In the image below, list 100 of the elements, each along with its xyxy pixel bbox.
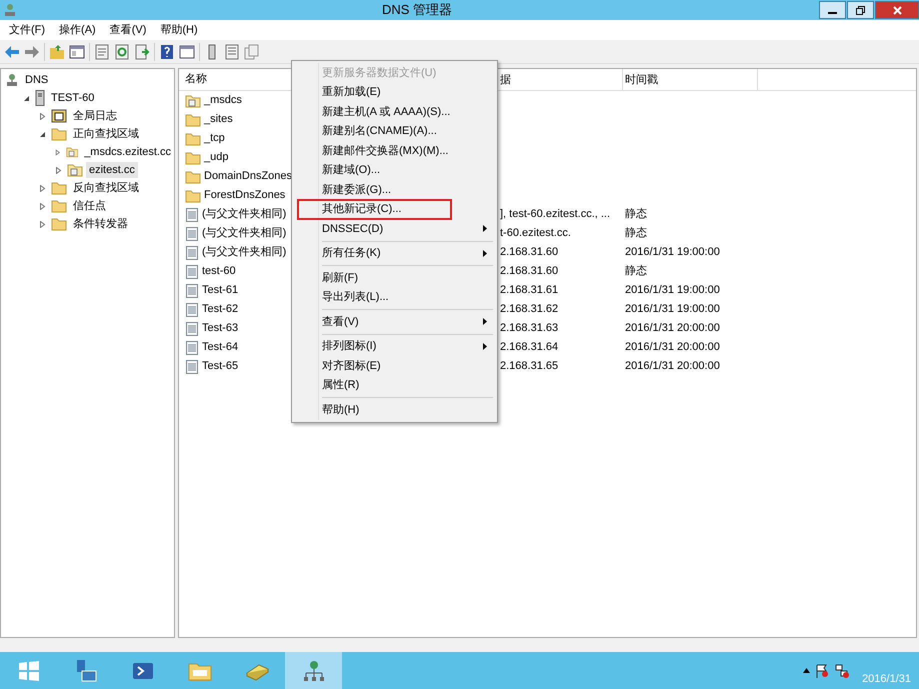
list-icon[interactable] bbox=[224, 44, 240, 60]
forward-arrow-icon[interactable] bbox=[24, 44, 40, 60]
menu-item[interactable]: 查看(V) bbox=[102, 20, 154, 40]
close-button[interactable] bbox=[875, 1, 919, 19]
record-name[interactable]: _tcp bbox=[204, 130, 225, 147]
menu-item[interactable]: 属性(R) bbox=[294, 376, 495, 395]
minimize-button[interactable] bbox=[819, 1, 846, 19]
help-icon[interactable] bbox=[159, 44, 175, 60]
refresh-icon[interactable] bbox=[114, 44, 130, 60]
record-icon bbox=[185, 208, 199, 222]
taskbar-button[interactable] bbox=[285, 652, 342, 689]
menu-item[interactable]: 其他新记录(C)... bbox=[298, 200, 451, 219]
folder-icon bbox=[185, 150, 201, 164]
record-name[interactable]: (与父文件夹相同) bbox=[202, 244, 286, 261]
record-name[interactable]: DomainDnsZones bbox=[204, 168, 292, 185]
folder-icon bbox=[185, 170, 201, 184]
expand-arrow-icon[interactable] bbox=[39, 220, 46, 228]
record-timestamp: 2016/1/31 20:00:00 bbox=[625, 360, 720, 372]
close-icon bbox=[892, 6, 902, 14]
record-name[interactable]: _sites bbox=[204, 111, 233, 128]
record-name[interactable]: _udp bbox=[204, 149, 228, 166]
record-icon bbox=[185, 264, 199, 278]
record-data: 2.168.31.65 bbox=[500, 360, 558, 372]
console-tree-icon[interactable] bbox=[69, 44, 85, 60]
record-name[interactable]: Test-65 bbox=[202, 358, 238, 375]
record-name[interactable]: Test-61 bbox=[202, 282, 238, 299]
record-timestamp: 2016/1/31 19:00:00 bbox=[625, 246, 720, 258]
menu-item[interactable]: 操作(A) bbox=[52, 20, 103, 40]
network-icon bbox=[5, 73, 19, 87]
expand-arrow-icon[interactable] bbox=[55, 166, 62, 174]
expand-arrow-icon[interactable] bbox=[39, 112, 46, 120]
record-name[interactable]: test-60 bbox=[202, 263, 236, 280]
window-icon[interactable] bbox=[179, 44, 195, 60]
collapse-arrow-icon[interactable] bbox=[23, 94, 30, 102]
network-status-icon[interactable] bbox=[834, 664, 849, 678]
menu-item[interactable]: 帮助(H) bbox=[294, 400, 495, 420]
expand-arrow-icon[interactable] bbox=[55, 148, 61, 156]
record-timestamp: 静态 bbox=[625, 265, 647, 278]
properties-icon[interactable] bbox=[94, 44, 110, 60]
app-icon bbox=[4, 3, 16, 17]
menu-item[interactable]: 新建委派(G)... bbox=[294, 180, 495, 200]
record-timestamp: 2016/1/31 19:00:00 bbox=[625, 284, 720, 296]
tree-item[interactable]: DNS bbox=[22, 72, 52, 88]
folder-icon bbox=[185, 132, 201, 146]
menu-item[interactable]: 新建邮件交换器(MX)(M)... bbox=[294, 141, 495, 160]
export-icon[interactable] bbox=[134, 44, 150, 60]
column-header[interactable]: 时间戳 bbox=[623, 69, 758, 90]
tray-arrow-icon[interactable] bbox=[802, 668, 810, 673]
tree-item[interactable]: TEST-60 bbox=[48, 90, 98, 106]
flag-icon[interactable] bbox=[815, 664, 830, 678]
expand-arrow-icon[interactable] bbox=[39, 184, 46, 192]
folder-icon bbox=[185, 112, 201, 126]
server-icon bbox=[35, 90, 45, 106]
record-icon bbox=[185, 226, 199, 240]
menu-item[interactable]: 刷新(F) bbox=[294, 268, 495, 288]
record-data: 2.168.31.60 bbox=[500, 265, 558, 278]
menu-item[interactable]: 排列图标(I) bbox=[294, 336, 495, 356]
record-timestamp: 2016/1/31 19:00:00 bbox=[625, 303, 720, 316]
record-timestamp: 2016/1/31 20:00:00 bbox=[625, 341, 720, 354]
tree-item[interactable]: 全局日志 bbox=[70, 108, 120, 124]
menu-item[interactable]: DNSSEC(D) bbox=[294, 219, 495, 238]
record-name[interactable]: (与父文件夹相同) bbox=[202, 225, 286, 242]
restore-button[interactable] bbox=[847, 1, 874, 19]
record-name[interactable]: Test-64 bbox=[202, 339, 238, 356]
menu-item[interactable]: 查看(V) bbox=[294, 312, 495, 332]
copy-icon[interactable] bbox=[244, 44, 260, 60]
zone-icon bbox=[185, 94, 201, 108]
record-name[interactable]: Test-63 bbox=[202, 320, 238, 337]
tree-item[interactable]: 反向查找区域 bbox=[70, 180, 142, 196]
folder-icon bbox=[51, 217, 67, 231]
record-data: ], test-60.ezitest.cc., ... bbox=[500, 208, 610, 220]
menu-item[interactable]: 新建别名(CNAME)(A)... bbox=[294, 122, 495, 141]
folder-icon bbox=[51, 199, 67, 213]
tree-item[interactable]: ezitest.cc bbox=[86, 162, 138, 178]
record-timestamp: 静态 bbox=[625, 227, 647, 240]
back-arrow-icon[interactable] bbox=[4, 44, 20, 60]
record-data: 2.168.31.60 bbox=[500, 246, 558, 258]
menu-item[interactable]: 对齐图标(E) bbox=[294, 356, 495, 376]
record-name[interactable]: Test-62 bbox=[202, 301, 238, 318]
record-data: 2.168.31.63 bbox=[500, 322, 558, 334]
record-name[interactable]: ForestDnsZones bbox=[204, 187, 286, 204]
record-data: t-60.ezitest.cc. bbox=[500, 227, 571, 240]
menu-item[interactable]: 新建域(O)... bbox=[294, 160, 495, 180]
tree-item[interactable]: 正向查找区域 bbox=[70, 126, 142, 142]
collapse-arrow-icon[interactable] bbox=[39, 130, 46, 138]
tree-item[interactable]: _msdcs.ezitest.cc bbox=[81, 144, 174, 160]
menu-item[interactable]: 文件(F) bbox=[2, 20, 52, 40]
record-timestamp: 2016/1/31 20:00:00 bbox=[625, 322, 720, 334]
network-icon bbox=[302, 658, 326, 682]
menu-item[interactable]: 所有任务(K) bbox=[294, 244, 495, 263]
tree-item[interactable]: 条件转发器 bbox=[70, 216, 131, 232]
tree-item[interactable]: 信任点 bbox=[70, 198, 109, 214]
log-icon bbox=[51, 109, 67, 123]
record-icon bbox=[185, 246, 199, 260]
expand-arrow-icon[interactable] bbox=[39, 202, 46, 210]
record-name[interactable]: (与父文件夹相同) bbox=[202, 206, 286, 223]
record-name[interactable]: _msdcs bbox=[204, 92, 242, 109]
menu-item[interactable]: 新建主机(A 或 AAAA)(S)... bbox=[294, 102, 495, 122]
menu-item[interactable]: 导出列表(L)... bbox=[294, 288, 495, 307]
menu-item[interactable]: 帮助(H) bbox=[153, 20, 205, 40]
